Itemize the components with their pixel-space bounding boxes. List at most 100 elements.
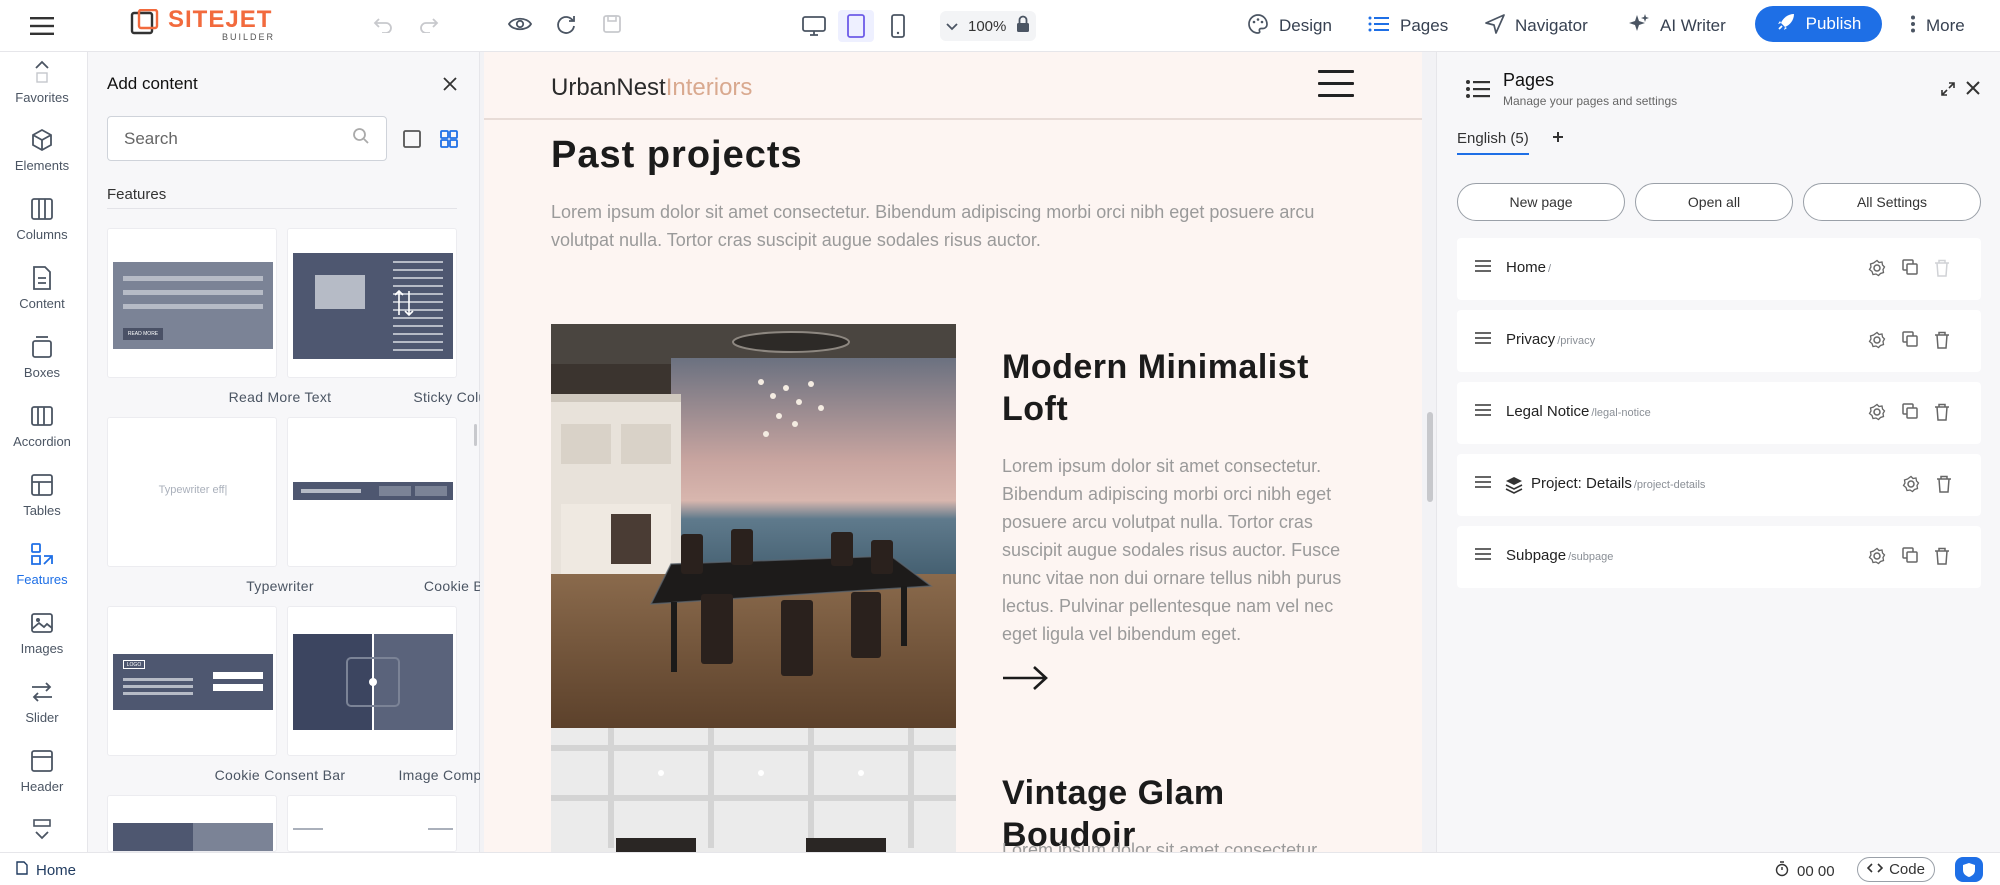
sidebar-item-boxes[interactable]: Boxes xyxy=(0,333,84,380)
timer-icon xyxy=(1775,861,1789,881)
drag-handle-icon[interactable] xyxy=(1475,260,1491,275)
duplicate-icon[interactable] xyxy=(1902,547,1918,570)
palette-icon xyxy=(1247,13,1269,40)
sidebar-item-label: Images xyxy=(20,641,64,656)
tile-read-more-text[interactable]: READ MORE xyxy=(107,228,277,378)
open-all-button[interactable]: Open all xyxy=(1635,183,1793,221)
preview-eye-icon[interactable] xyxy=(506,10,534,38)
close-icon[interactable] xyxy=(438,72,462,96)
tile-preview xyxy=(293,253,453,359)
list-view-icon[interactable] xyxy=(399,126,425,152)
design-button[interactable]: Design xyxy=(1247,12,1332,40)
zoom-dropdown[interactable]: 100% xyxy=(940,11,1037,41)
accordion-icon xyxy=(0,402,84,430)
settings-gear-icon[interactable] xyxy=(1868,403,1886,426)
mobile-icon[interactable] xyxy=(884,12,912,40)
all-settings-button[interactable]: All Settings xyxy=(1803,183,1981,221)
tile-feature-partial[interactable] xyxy=(107,795,277,852)
site-brand-logo[interactable]: UrbanNestInteriors xyxy=(551,74,752,102)
settings-gear-icon[interactable] xyxy=(1868,331,1886,354)
sidebar-item-tables[interactable]: Tables xyxy=(0,471,84,518)
chevron-down-icon xyxy=(0,816,84,844)
tile-typewriter[interactable]: Typewriter eff| xyxy=(107,417,277,567)
device-switcher xyxy=(800,10,912,42)
site-menu-icon[interactable] xyxy=(1318,70,1354,100)
close-icon[interactable] xyxy=(1963,78,1983,98)
lock-icon[interactable] xyxy=(1016,15,1030,37)
tile-feature-partial[interactable] xyxy=(287,795,457,852)
project-description: Lorem ipsum dolor sit amet consectetur. … xyxy=(1002,456,1342,644)
page-row-privacy[interactable]: Privacy/privacy xyxy=(1457,310,1981,372)
drag-handle-icon[interactable] xyxy=(1475,548,1491,563)
panel-subtitle: Manage your pages and settings xyxy=(1503,94,1678,108)
settings-gear-icon[interactable] xyxy=(1902,475,1920,498)
kebab-menu-icon xyxy=(1910,15,1916,38)
desktop-icon[interactable] xyxy=(800,12,828,40)
sidebar-item-images[interactable]: Images xyxy=(0,609,84,656)
settings-gear-icon[interactable] xyxy=(1868,547,1886,570)
sidebar-item-columns[interactable]: Columns xyxy=(0,195,84,242)
duplicate-icon[interactable] xyxy=(1902,259,1918,282)
tile-preview: LOGO xyxy=(113,654,273,710)
undo-icon[interactable] xyxy=(370,12,396,38)
sidebar-item-elements[interactable]: Elements xyxy=(0,126,84,173)
settings-gear-icon[interactable] xyxy=(1868,259,1886,282)
sidebar-item-favorites[interactable]: Favorites xyxy=(0,58,84,105)
sidebar-scroll-down[interactable] xyxy=(0,816,84,848)
project-title: Modern Minimalist Loft xyxy=(1002,348,1309,428)
sidebar-item-header[interactable]: Header xyxy=(0,747,84,794)
drag-handle-icon[interactable] xyxy=(1475,332,1491,347)
shield-icon[interactable] xyxy=(1955,857,1983,882)
refresh-icon[interactable] xyxy=(552,10,580,38)
navigator-button[interactable]: Navigator xyxy=(1485,12,1588,40)
publish-button[interactable]: Publish xyxy=(1755,6,1882,42)
status-bar: Home 00 00 Code xyxy=(0,852,2000,885)
page-row-subpage[interactable]: Subpage/subpage xyxy=(1457,526,1981,588)
trash-icon[interactable] xyxy=(1934,331,1950,354)
drag-handle-icon[interactable] xyxy=(1475,404,1491,419)
box-icon xyxy=(0,333,84,361)
current-page-breadcrumb[interactable]: Home xyxy=(16,861,76,879)
tab-language-english[interactable]: English (5) xyxy=(1457,130,1529,155)
tile-cookie-bar[interactable] xyxy=(287,417,457,567)
trash-icon[interactable] xyxy=(1936,475,1952,498)
duplicate-icon[interactable] xyxy=(1902,403,1918,426)
tile-image-comparison[interactable] xyxy=(287,606,457,756)
arrow-right-icon[interactable] xyxy=(1002,664,1048,697)
add-language-icon[interactable] xyxy=(1549,128,1567,146)
sidebar-item-label: Boxes xyxy=(23,365,61,380)
panel-resize-handle[interactable] xyxy=(474,424,477,446)
sidebar-item-content[interactable]: Content xyxy=(0,264,84,311)
tablet-icon[interactable] xyxy=(838,10,874,42)
page-row-project-details[interactable]: Project: Details/project-details xyxy=(1457,454,1981,516)
ai-writer-button[interactable]: AI Writer xyxy=(1628,12,1726,40)
trash-icon[interactable] xyxy=(1934,547,1950,570)
sidebar-item-accordion[interactable]: Accordion xyxy=(0,402,84,449)
publish-label: Publish xyxy=(1805,14,1862,33)
grid-view-icon[interactable] xyxy=(436,126,462,152)
pages-button[interactable]: Pages xyxy=(1368,12,1448,40)
duplicate-icon[interactable] xyxy=(1902,331,1918,354)
save-disk-icon[interactable] xyxy=(598,10,626,38)
new-page-button[interactable]: New page xyxy=(1457,183,1625,221)
menu-icon[interactable] xyxy=(28,12,56,40)
drag-handle-icon[interactable] xyxy=(1475,476,1491,491)
more-button[interactable]: More xyxy=(1910,12,1965,40)
project-photo-loft xyxy=(551,324,956,728)
sidebar-item-slider[interactable]: Slider xyxy=(0,678,84,725)
page-name: Subpage xyxy=(1506,547,1567,564)
page-row-legal-notice[interactable]: Legal Notice/legal-notice xyxy=(1457,382,1981,444)
logo-text: SITEJET xyxy=(168,6,273,33)
canvas-scroll-thumb[interactable] xyxy=(1427,412,1433,502)
tile-sticky-column[interactable] xyxy=(287,228,457,378)
tile-cookie-consent-bar[interactable]: LOGO xyxy=(107,606,277,756)
code-button[interactable]: Code xyxy=(1857,857,1935,882)
layers-icon xyxy=(1505,476,1523,499)
page-row-home[interactable]: Home / xyxy=(1457,238,1981,300)
search-input[interactable]: Search xyxy=(107,116,387,161)
sidebar-item-features[interactable]: Features xyxy=(0,540,84,587)
redo-icon[interactable] xyxy=(416,12,442,38)
panel-title: Pages xyxy=(1503,70,1555,90)
expand-icon[interactable] xyxy=(1939,80,1957,98)
trash-icon[interactable] xyxy=(1934,403,1950,426)
